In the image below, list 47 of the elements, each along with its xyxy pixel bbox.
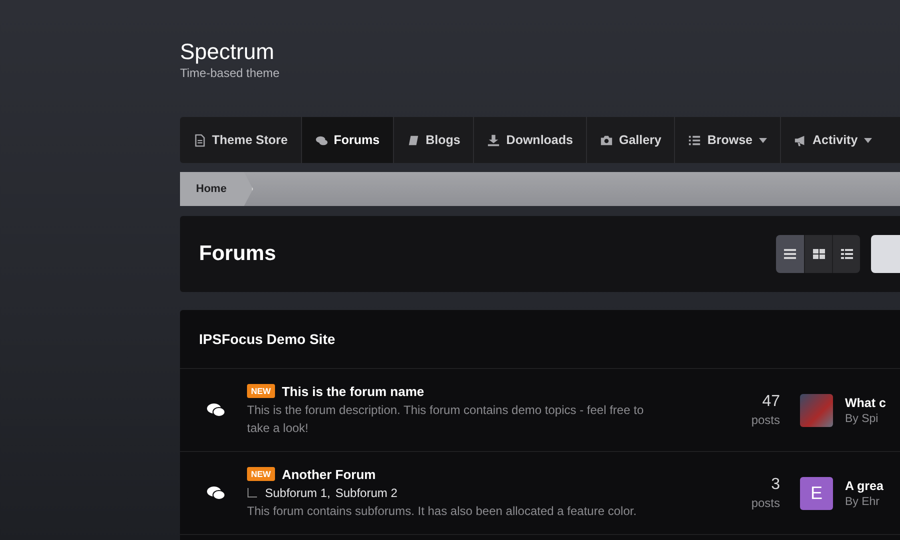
category-title[interactable]: IPSFocus Demo Site [180,310,900,369]
download-icon [487,134,500,146]
post-count-label: posts [750,413,780,427]
grid-icon [812,249,824,259]
view-toggle-button[interactable] [832,235,860,273]
chat-icon [206,485,226,501]
page-title: Forums [199,242,278,266]
subforum-connector-icon [247,488,257,498]
subforum-link[interactable]: Subforum 1, [265,486,330,500]
document-icon [193,134,206,146]
last-post-title[interactable]: A grea [845,478,884,492]
nav-tab[interactable]: Browse [675,117,781,163]
book-icon [406,134,420,146]
nav-tab[interactable]: Forums [302,117,394,163]
nav-tab[interactable]: Blogs [394,117,474,163]
forum-description: This forum contains subforums. It has also been allocated a feature color. [247,502,638,520]
site-title[interactable]: Spectrum [180,39,900,65]
caret-icon [864,138,872,142]
list-icon [840,249,852,259]
site-tagline: Time-based theme [180,66,281,80]
chat-icon [314,134,328,146]
last-post-author: By Spi [845,412,880,424]
forum-name[interactable]: Another Forum [282,466,376,482]
nav-tab[interactable]: Activity [780,117,876,163]
post-count-label: posts [750,496,780,510]
view-toggle-button[interactable] [804,235,832,273]
view-toggle-button[interactable] [776,235,804,273]
last-post-author: By Ehr [845,496,881,508]
camera-icon [600,134,613,146]
rows-icon [784,249,796,259]
megaphone-icon [794,134,807,146]
post-count: 47 [761,393,780,411]
forum-description: This is the forum description. This forum contains demo topics - feel free to take a look! [247,402,645,436]
breadcrumb-link[interactable]: Home [180,172,253,206]
forum-name[interactable]: This is the forum name [282,384,424,398]
last-post-title[interactable]: What c [845,396,886,410]
subforum-link[interactable]: Subforum 2 [335,486,398,500]
chat-icon [206,402,226,418]
post-count: 3 [770,476,780,494]
nav-tab[interactable]: Gallery [586,117,676,163]
nav-tab[interactable]: Downloads [474,117,587,163]
new-badge: NEW [247,467,275,481]
avatar-photo-placeholder[interactable] [800,394,833,426]
caret-icon [758,138,767,142]
letter-avatar[interactable]: E [800,476,833,510]
new-badge: NEW [247,384,275,398]
list-icon [688,134,702,146]
